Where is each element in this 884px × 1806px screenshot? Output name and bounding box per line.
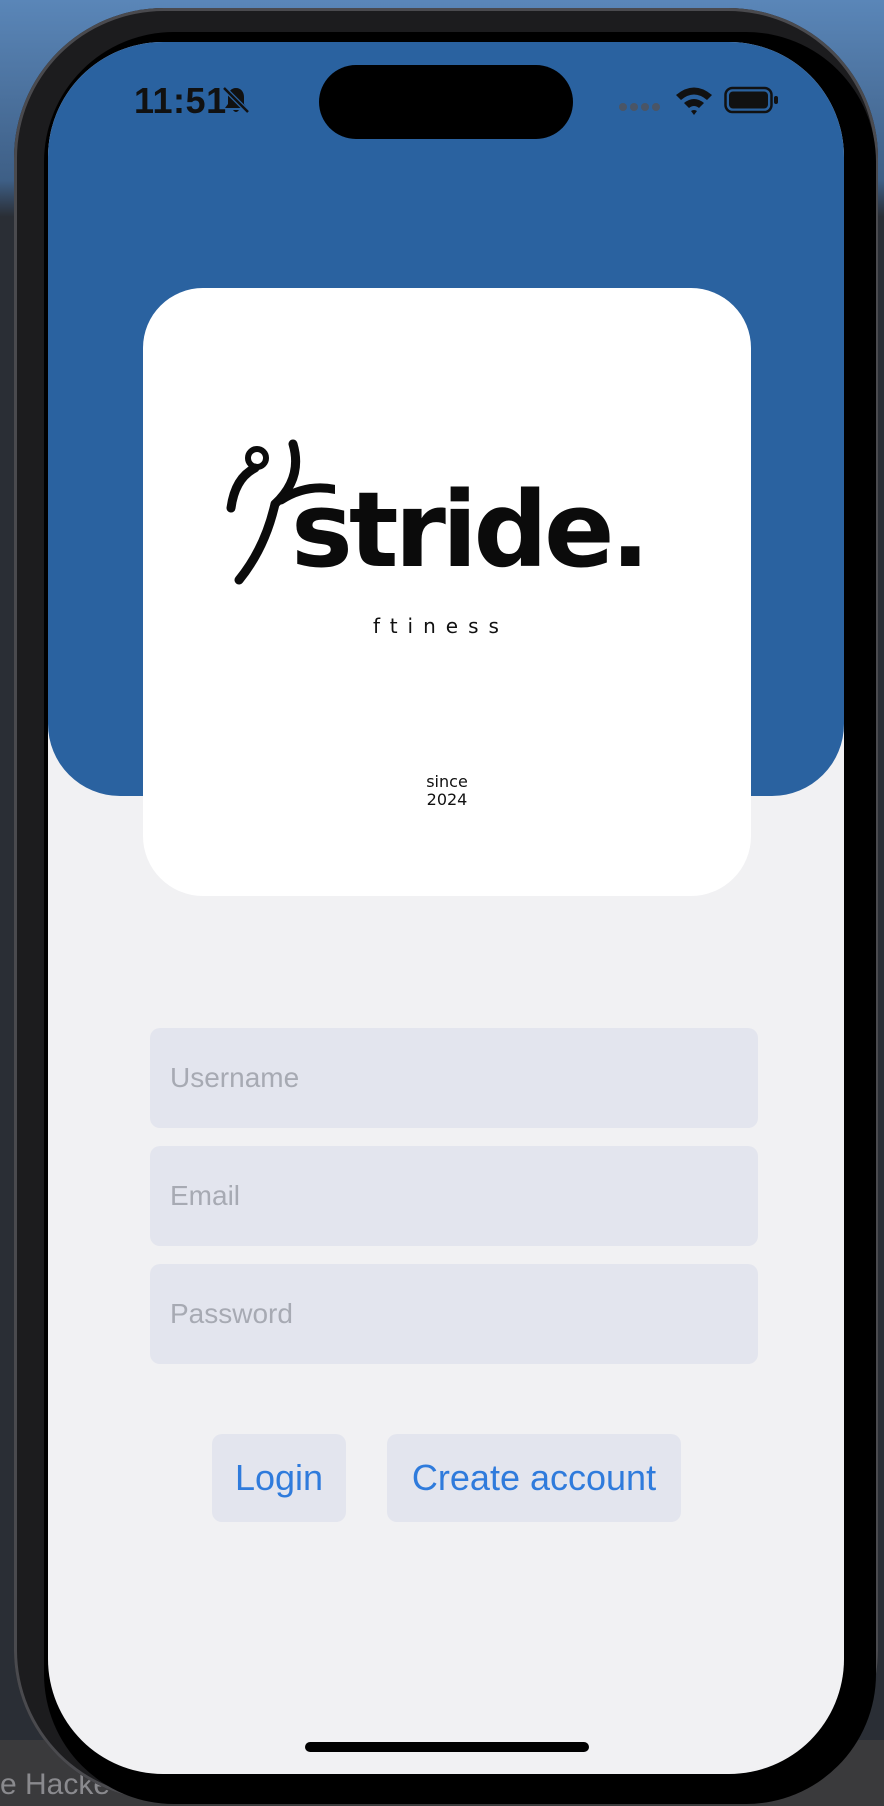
email-input[interactable] bbox=[150, 1146, 758, 1246]
since-year: 2024 bbox=[426, 790, 468, 809]
bell-slash-icon bbox=[222, 86, 250, 114]
password-input[interactable] bbox=[150, 1264, 758, 1364]
brand-tagline: ftiness bbox=[373, 614, 509, 638]
logo-card: stride. ftiness since 2024 bbox=[143, 288, 751, 896]
battery-icon bbox=[724, 86, 778, 114]
status-time: 11:51 bbox=[134, 80, 227, 121]
username-input[interactable] bbox=[150, 1028, 758, 1128]
brand-name: stride. bbox=[291, 469, 650, 591]
since-label: since bbox=[426, 772, 468, 791]
login-button[interactable]: Login bbox=[212, 1434, 346, 1522]
home-indicator bbox=[305, 1742, 589, 1752]
status-bar: 11:51 bbox=[48, 42, 844, 162]
phone-screen: 11:51 stride. ftiness since 2024 Usernam… bbox=[48, 42, 844, 1774]
signal-icon bbox=[619, 103, 660, 111]
create-account-button[interactable]: Create account bbox=[387, 1434, 681, 1522]
dynamic-island bbox=[319, 65, 573, 139]
wifi-icon bbox=[676, 87, 712, 115]
